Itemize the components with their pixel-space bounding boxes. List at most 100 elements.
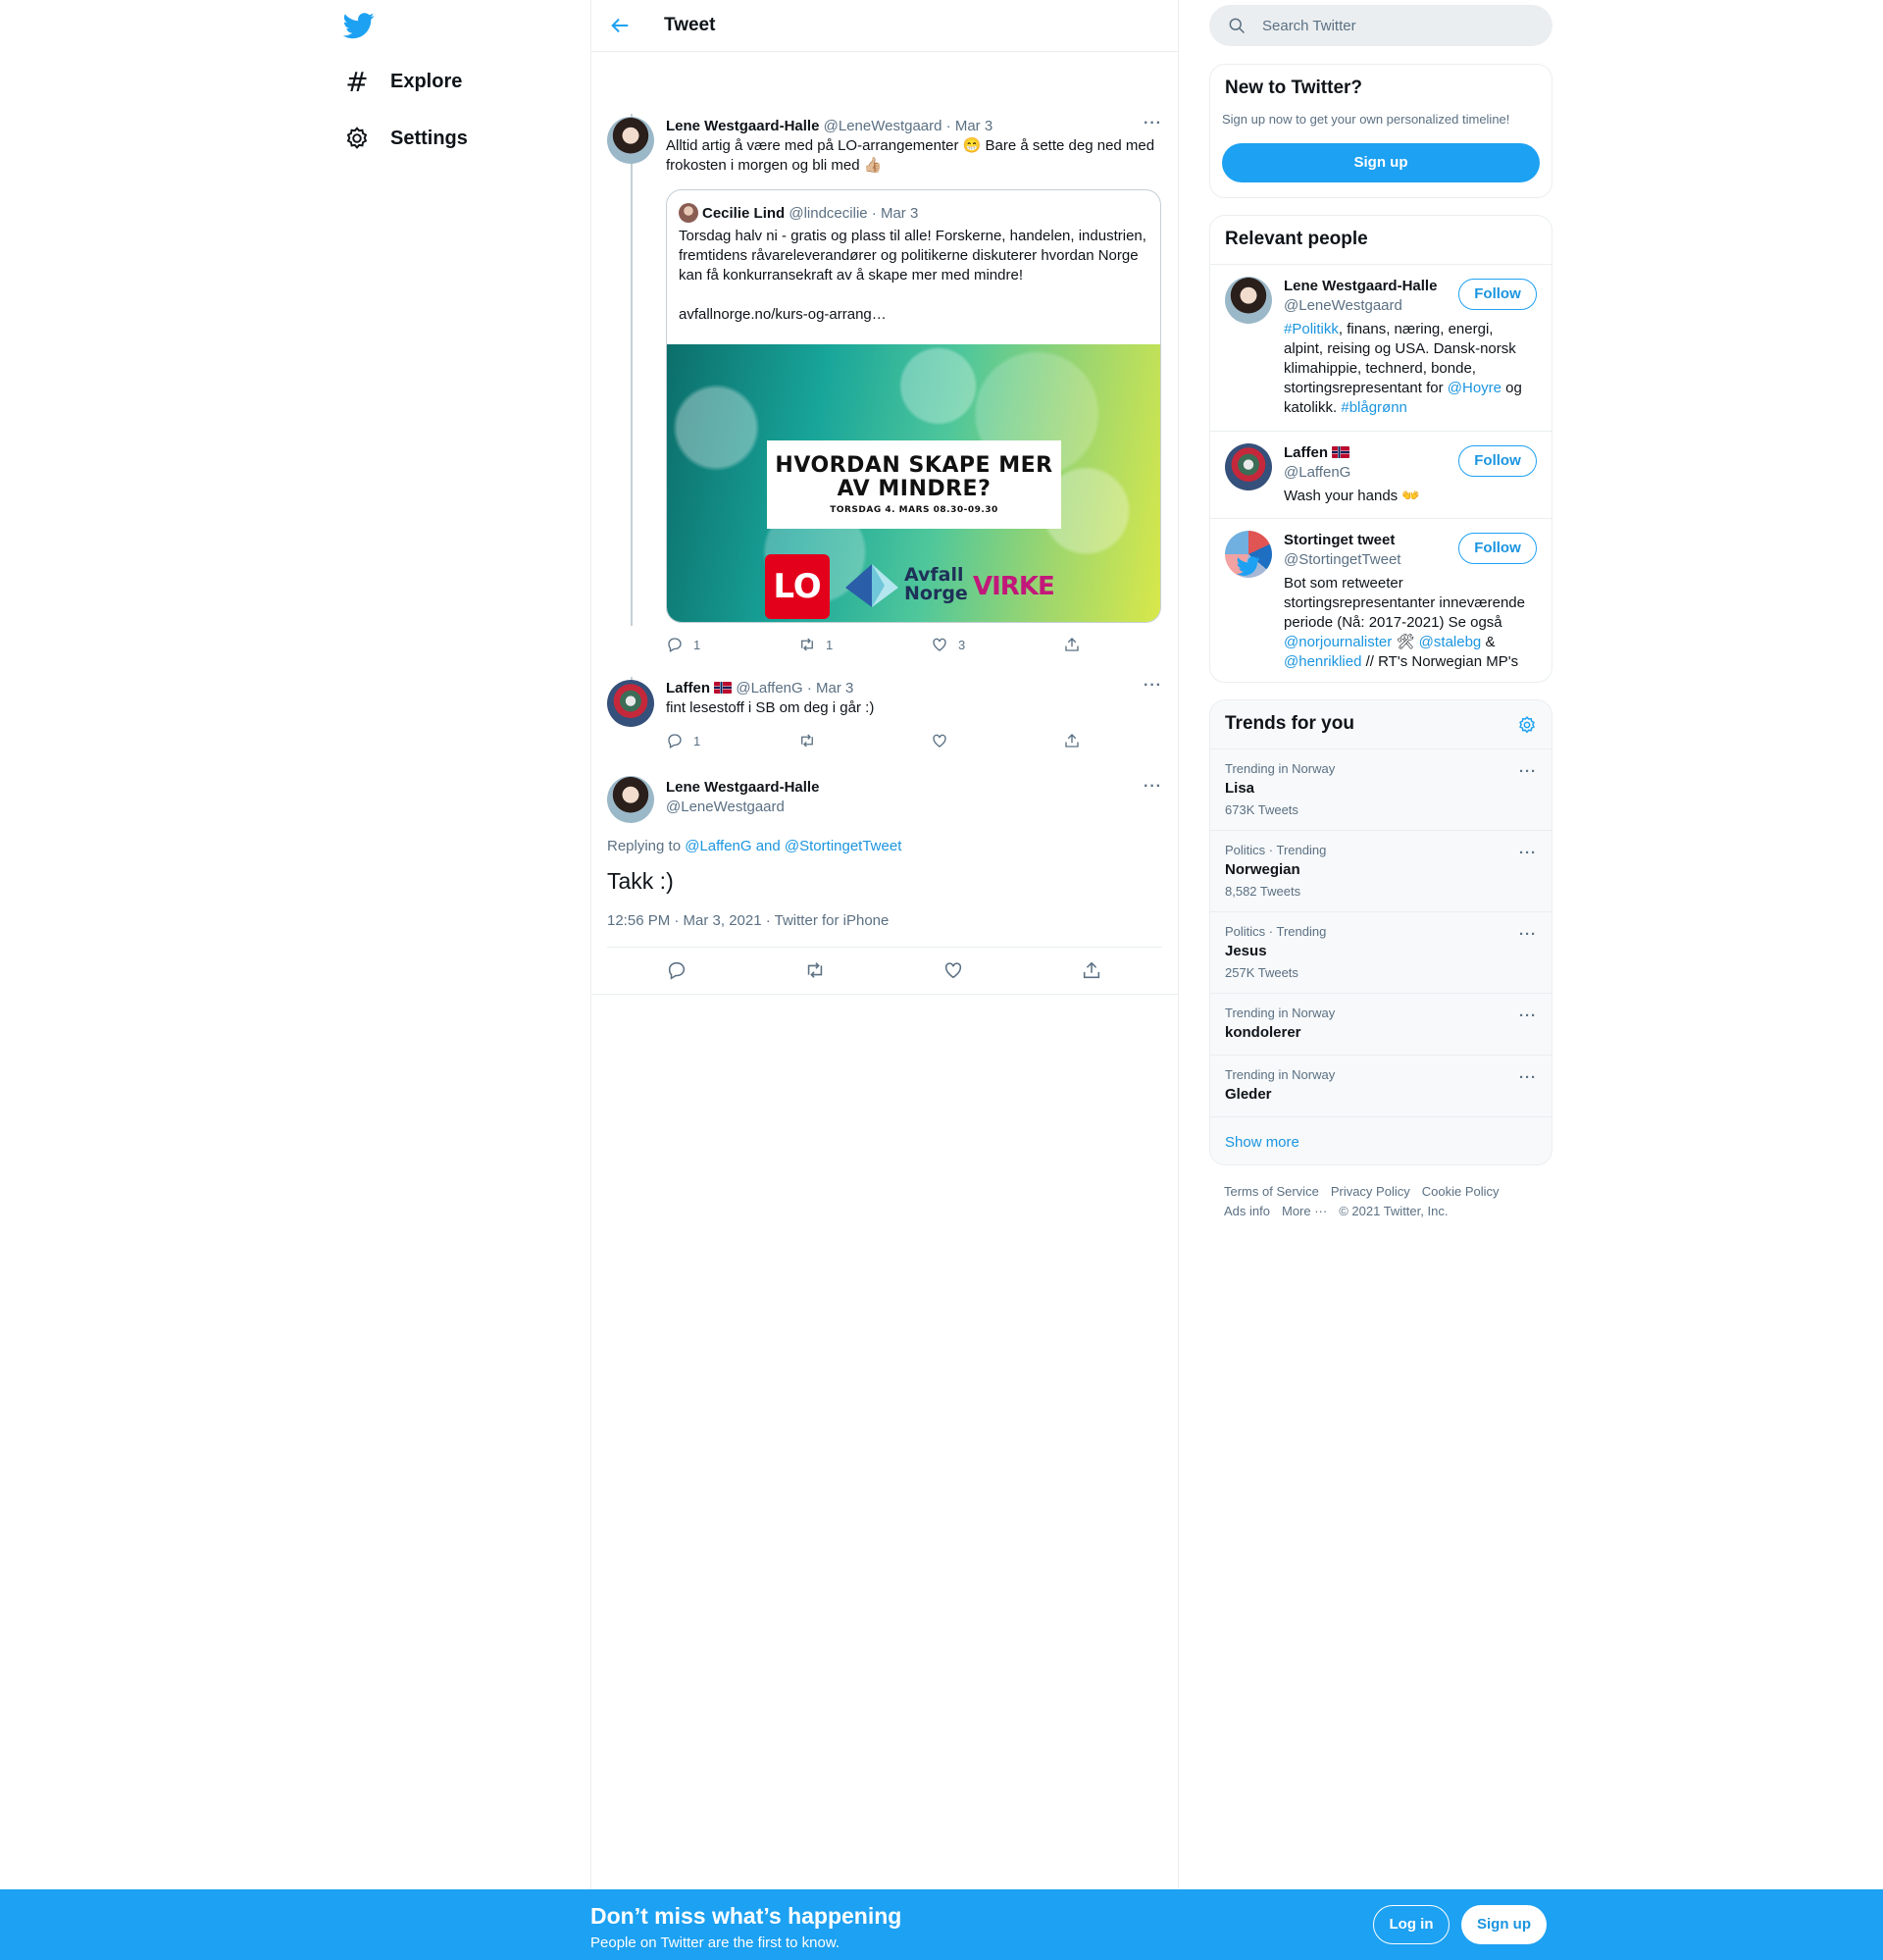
- tweet-author-name[interactable]: Lene Westgaard-Halle: [666, 118, 819, 134]
- avatar[interactable]: [607, 117, 654, 164]
- more-icon[interactable]: ···: [1519, 763, 1537, 780]
- trend-context: Politics · Trending: [1225, 843, 1327, 857]
- footer-ads-link[interactable]: Ads info: [1224, 1204, 1270, 1218]
- retweet-button[interactable]: [798, 732, 931, 749]
- show-more-row[interactable]: Show more: [1210, 1116, 1552, 1164]
- nav-explore[interactable]: # Explore: [343, 62, 462, 101]
- signup-button[interactable]: Sign up: [1222, 143, 1540, 182]
- tweet-author-handle[interactable]: @LaffenG: [736, 680, 802, 696]
- relevant-people-card: Relevant people Lene Westgaard-Halle @Le…: [1209, 215, 1552, 683]
- poster-banner: HVORDAN SKAPE MER AV MINDRE? TORSDAG 4. …: [767, 440, 1061, 529]
- quote-text: Torsdag halv ni - gratis og plass til al…: [679, 227, 1148, 325]
- twitter-bird-icon: [1237, 556, 1260, 576]
- trend-item[interactable]: Politics · Trending Jesus 257K Tweets ··…: [1210, 911, 1552, 993]
- like-button[interactable]: [884, 959, 1022, 981]
- person-bio: Bot som retweeter stortingsrepresentante…: [1284, 575, 1525, 670]
- tweet-date[interactable]: · Mar 3: [807, 680, 854, 696]
- person-item[interactable]: Stortinget tweet @StortingetTweet Follow…: [1210, 518, 1552, 682]
- footer-more-link[interactable]: More ···: [1282, 1204, 1327, 1218]
- more-icon[interactable]: ···: [1144, 778, 1162, 796]
- search-bar[interactable]: [1209, 5, 1552, 46]
- like-button[interactable]: 3: [931, 636, 1063, 653]
- avatar[interactable]: [1225, 277, 1272, 324]
- footer-terms-link[interactable]: Terms of Service: [1224, 1184, 1319, 1199]
- retweet-button[interactable]: [745, 959, 884, 981]
- quoted-tweet[interactable]: Cecilie Lind @lindcecilie · Mar 3 Torsda…: [666, 189, 1161, 623]
- more-icon[interactable]: ···: [1519, 926, 1537, 943]
- more-icon[interactable]: ···: [1144, 677, 1162, 695]
- quote-author-name: Cecilie Lind: [702, 204, 786, 222]
- tweet-author-handle[interactable]: @LeneWestgaard: [824, 118, 942, 134]
- tweet-author-handle[interactable]: @LeneWestgaard: [666, 798, 1162, 817]
- trends-title: Trends for you: [1225, 713, 1354, 734]
- more-icon[interactable]: ···: [1519, 1069, 1537, 1086]
- trend-context: Trending in Norway: [1225, 1006, 1336, 1020]
- person-item[interactable]: Laffen @LaffenG Follow Wash your hands 👐: [1210, 431, 1552, 518]
- tweet-author-name[interactable]: Lene Westgaard-Halle: [666, 778, 1162, 798]
- gear-icon[interactable]: [1517, 715, 1537, 735]
- signup-card-title: New to Twitter?: [1225, 77, 1363, 98]
- tweet-date[interactable]: · Mar 3: [946, 118, 993, 134]
- heart-icon: [933, 734, 946, 748]
- like-button[interactable]: [931, 732, 1063, 749]
- trend-name: Gleder: [1225, 1086, 1272, 1103]
- more-icon[interactable]: ···: [1519, 1007, 1537, 1024]
- divider: [607, 947, 1162, 948]
- follow-button[interactable]: Follow: [1458, 279, 1537, 310]
- person-name[interactable]: Lene Westgaard-Halle: [1284, 278, 1437, 294]
- reply-button[interactable]: 1: [666, 636, 798, 653]
- share-button[interactable]: [1063, 732, 1196, 749]
- trend-count: 8,582 Tweets: [1225, 884, 1301, 899]
- trends-card: Trends for you Trending in Norway Lisa 6…: [1209, 699, 1552, 1165]
- follow-button[interactable]: Follow: [1458, 445, 1537, 477]
- retweet-button[interactable]: 1: [798, 636, 931, 653]
- back-arrow-icon[interactable]: [609, 15, 631, 36]
- avatar[interactable]: [607, 776, 654, 823]
- gear-icon: [343, 125, 371, 152]
- tweet-actions: [607, 959, 1160, 981]
- avatar[interactable]: [1225, 531, 1272, 578]
- twitter-logo-icon[interactable]: [342, 10, 375, 41]
- quote-media-image[interactable]: HVORDAN SKAPE MER AV MINDRE? TORSDAG 4. …: [667, 344, 1160, 622]
- trend-name: Jesus: [1225, 943, 1267, 959]
- avatar[interactable]: [607, 680, 654, 727]
- reply-button[interactable]: [607, 959, 745, 981]
- trend-item[interactable]: Trending in Norway kondolerer ···: [1210, 993, 1552, 1055]
- lo-logo: LO: [765, 554, 830, 619]
- footer-cookie-link[interactable]: Cookie Policy: [1422, 1184, 1500, 1199]
- relevant-people-title: Relevant people: [1225, 229, 1368, 249]
- footer-privacy-link[interactable]: Privacy Policy: [1331, 1184, 1410, 1199]
- person-bio: Wash your hands 👐: [1284, 488, 1421, 504]
- trend-context: Trending in Norway: [1225, 1067, 1336, 1082]
- replying-to: Replying to @LaffenG and @StortingetTwee…: [607, 838, 902, 854]
- trend-item[interactable]: Trending in Norway Gleder ···: [1210, 1055, 1552, 1116]
- trend-name: kondolerer: [1225, 1024, 1301, 1041]
- replying-to-links[interactable]: @LaffenG and @StortingetTweet: [685, 838, 901, 854]
- search-input[interactable]: [1262, 17, 1517, 34]
- person-name[interactable]: Stortinget tweet: [1284, 532, 1395, 548]
- heart-icon: [944, 962, 961, 979]
- person-handle: @StortingetTweet: [1284, 551, 1401, 568]
- page-title: Tweet: [664, 15, 716, 35]
- tweet-actions: 1 1 3: [666, 636, 1196, 653]
- tweet-author-name[interactable]: Laffen: [666, 680, 710, 696]
- tweet-timestamp[interactable]: 12:56 PM · Mar 3, 2021 · Twitter for iPh…: [607, 912, 889, 929]
- avfall-norge-logo-text: Avfall Norge: [904, 564, 968, 604]
- signup-bar-button[interactable]: Sign up: [1461, 1905, 1547, 1944]
- nav-settings[interactable]: Settings: [343, 119, 468, 158]
- avatar[interactable]: [1225, 443, 1272, 490]
- follow-button[interactable]: Follow: [1458, 533, 1537, 564]
- avfall-norge-logo-icon: [845, 564, 898, 607]
- person-item[interactable]: Lene Westgaard-Halle @LeneWestgaard Foll…: [1210, 264, 1552, 431]
- more-icon[interactable]: ···: [1144, 115, 1162, 132]
- reply-button[interactable]: 1: [666, 732, 798, 749]
- reply-icon: [668, 638, 682, 652]
- trend-item[interactable]: Politics · Trending Norwegian 8,582 Twee…: [1210, 830, 1552, 911]
- share-button[interactable]: [1022, 959, 1160, 981]
- more-icon[interactable]: ···: [1519, 845, 1537, 861]
- trend-item[interactable]: Trending in Norway Lisa 673K Tweets ···: [1210, 748, 1552, 830]
- show-more-link[interactable]: Show more: [1225, 1134, 1299, 1151]
- login-button[interactable]: Log in: [1373, 1905, 1450, 1944]
- person-name[interactable]: Laffen: [1284, 444, 1328, 461]
- share-button[interactable]: [1063, 636, 1196, 653]
